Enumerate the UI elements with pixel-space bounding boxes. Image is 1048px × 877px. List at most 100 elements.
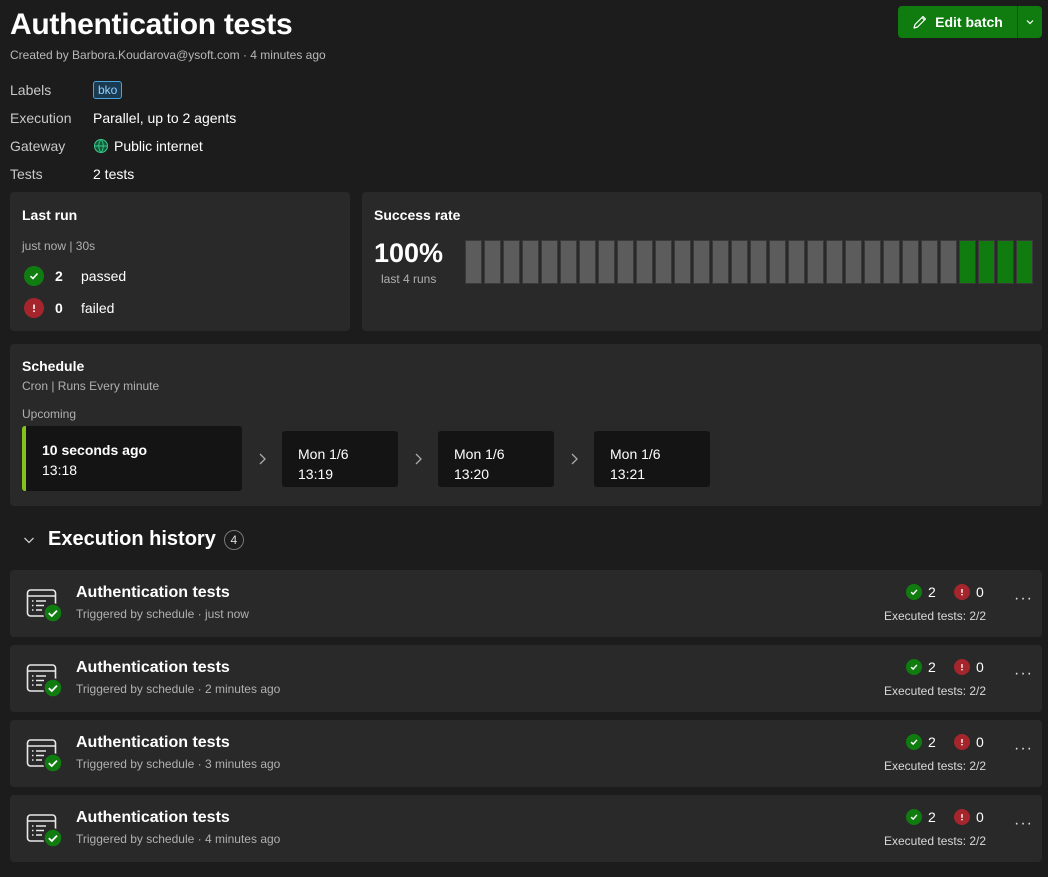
last-run-when: just now | 30s (22, 239, 96, 253)
run-bar-empty (484, 240, 501, 284)
history-row-name[interactable]: Authentication tests (76, 659, 230, 677)
upcoming-item-line2: 13:18 (42, 462, 78, 478)
edit-batch-button[interactable]: Edit batch (898, 6, 1017, 38)
page-title: Authentication tests (10, 8, 293, 41)
execution-key: Execution (10, 110, 72, 126)
more-options-icon[interactable]: ··· (1014, 740, 1033, 758)
history-row-stats: 20 (906, 584, 1002, 600)
run-bar-empty (883, 240, 900, 284)
history-row-failed: 0 (976, 584, 984, 600)
upcoming-item-line1: Mon 1/6 (454, 445, 505, 462)
run-bar-passed[interactable] (997, 240, 1014, 284)
schedule-description: Cron | Runs Every minute (22, 379, 160, 393)
run-bar-empty (826, 240, 843, 284)
history-row-executed: Executed tests: 2/2 (884, 684, 987, 698)
gateway-key: Gateway (10, 138, 66, 154)
success-rate-caption: last 4 runs (381, 272, 437, 286)
more-options-icon[interactable]: ··· (1014, 815, 1033, 833)
history-row-executed: Executed tests: 2/2 (884, 609, 987, 623)
run-bar-empty (902, 240, 919, 284)
passed-label: passed (81, 268, 127, 284)
history-row[interactable]: Authentication tests Triggered by schedul… (10, 570, 1042, 637)
history-row-name[interactable]: Authentication tests (76, 584, 230, 602)
passed-line: 2 passed (24, 266, 126, 286)
history-row-passed: 2 (928, 809, 936, 825)
more-options-icon[interactable]: ··· (1014, 665, 1033, 683)
execution-history-header[interactable]: Execution history 4 (22, 528, 244, 551)
run-bar-passed[interactable] (959, 240, 976, 284)
tests-row: Tests 2 tests (10, 160, 236, 188)
chevron-right-icon (398, 452, 438, 466)
history-row-executed: Executed tests: 2/2 (884, 834, 987, 848)
run-bar-empty (921, 240, 938, 284)
checkmark-icon (906, 734, 922, 750)
checkmark-icon (24, 266, 44, 286)
history-row-stats: 20 (906, 659, 1002, 675)
upcoming-item: Mon 1/6 13:21 (594, 430, 710, 487)
schedule-card: Schedule Cron | Runs Every minute Upcomi… (10, 344, 1042, 506)
upcoming-item-line2: 13:19 (298, 465, 334, 482)
chevron-down-icon (1026, 20, 1034, 25)
error-icon (954, 734, 970, 750)
run-history-bars (465, 240, 1033, 284)
checkmark-icon (906, 584, 922, 600)
test-run-icon (26, 736, 64, 774)
history-row-trigger: Triggered by schedule · 2 minutes ago (76, 682, 281, 696)
error-icon (24, 298, 44, 318)
upcoming-item: 10 seconds ago 13:18 (22, 426, 242, 491)
error-icon (954, 584, 970, 600)
history-row-failed: 0 (976, 659, 984, 675)
last-run-card: Last run just now | 30s 2 passed 0 faile… (10, 192, 350, 331)
labels-row: Labels bko (10, 76, 236, 104)
gateway-value: Public internet (114, 138, 203, 154)
upcoming-item-line1: Mon 1/6 (610, 445, 661, 462)
edit-batch-group: Edit batch (898, 6, 1042, 38)
error-icon (954, 659, 970, 675)
run-bar-passed[interactable] (978, 240, 995, 284)
failed-line: 0 failed (24, 298, 114, 318)
run-bar-empty (541, 240, 558, 284)
tests-key: Tests (10, 166, 43, 182)
history-row-trigger: Triggered by schedule · just now (76, 607, 249, 621)
checkmark-icon (906, 809, 922, 825)
history-row[interactable]: Authentication tests Triggered by schedul… (10, 720, 1042, 787)
history-row-passed: 2 (928, 659, 936, 675)
edit-batch-menu-button[interactable] (1017, 6, 1042, 38)
history-row-name[interactable]: Authentication tests (76, 809, 230, 827)
chevron-right-icon (554, 452, 594, 466)
upcoming-item-line1: 10 seconds ago (42, 442, 148, 458)
history-row[interactable]: Authentication tests Triggered by schedul… (10, 645, 1042, 712)
chevron-down-icon[interactable] (22, 533, 36, 547)
execution-value: Parallel, up to 2 agents (93, 110, 237, 126)
page-subtitle: Created by Barbora.Koudarova@ysoft.com ·… (10, 48, 326, 62)
run-bar-empty (598, 240, 615, 284)
gateway-row: Gateway Public internet (10, 132, 236, 160)
run-bar-passed[interactable] (1016, 240, 1033, 284)
run-bar-empty (864, 240, 881, 284)
tests-value: 2 tests (93, 166, 135, 182)
label-chip[interactable]: bko (93, 81, 123, 99)
history-row-executed: Executed tests: 2/2 (884, 759, 987, 773)
history-row-name[interactable]: Authentication tests (76, 734, 230, 752)
pencil-icon (913, 15, 927, 29)
run-bar-empty (503, 240, 520, 284)
error-icon (954, 809, 970, 825)
history-row[interactable]: Authentication tests Triggered by schedul… (10, 795, 1042, 862)
history-row-passed: 2 (928, 584, 936, 600)
schedule-title: Schedule (22, 358, 85, 374)
upcoming-label: Upcoming (22, 407, 77, 421)
run-bar-empty (465, 240, 482, 284)
chevron-right-icon (242, 452, 282, 466)
history-row-trigger: Triggered by schedule · 4 minutes ago (76, 832, 281, 846)
run-bar-empty (655, 240, 672, 284)
batch-properties: Labels bko Execution Parallel, up to 2 a… (10, 76, 236, 188)
run-bar-empty (940, 240, 957, 284)
execution-history-title: Execution history (48, 528, 216, 550)
labels-key: Labels (10, 82, 52, 98)
more-options-icon[interactable]: ··· (1014, 590, 1033, 608)
execution-history-count: 4 (223, 529, 244, 550)
upcoming-list: 10 seconds ago 13:18 Mon 1/6 13:19 Mon 1… (22, 426, 710, 491)
upcoming-item: Mon 1/6 13:20 (438, 430, 554, 487)
history-row-stats: 20 (906, 734, 1002, 750)
failed-count: 0 (55, 300, 63, 316)
